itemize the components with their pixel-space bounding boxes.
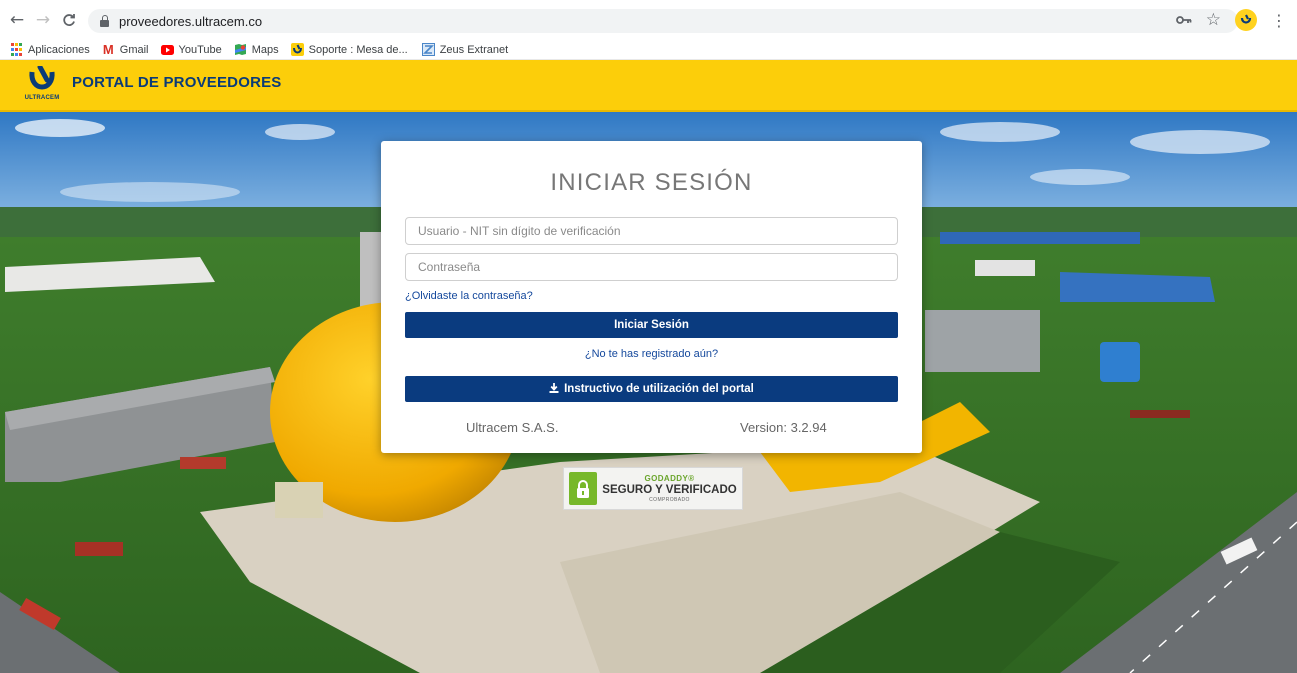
bookmark-soporte[interactable]: Soporte : Mesa de... bbox=[290, 43, 408, 56]
ultracem-logo[interactable]: ULTRACEM bbox=[20, 64, 64, 108]
bookmark-label: Aplicaciones bbox=[28, 43, 90, 56]
login-button-label: Iniciar Sesión bbox=[614, 319, 689, 331]
login-card: INICIAR SESIÓN ¿Olvidaste la contraseña?… bbox=[381, 141, 922, 453]
site-header: ULTRACEM PORTAL DE PROVEEDORES bbox=[0, 60, 1297, 112]
reload-icon[interactable] bbox=[58, 9, 80, 31]
bookmark-youtube[interactable]: YouTube bbox=[160, 43, 222, 56]
profile-avatar[interactable] bbox=[1235, 9, 1257, 31]
bookmark-label: Gmail bbox=[119, 43, 149, 56]
company-name: Ultracem S.A.S. bbox=[466, 420, 559, 435]
version-label: Version: 3.2.94 bbox=[740, 420, 827, 435]
bookmark-label: Zeus Extranet bbox=[439, 43, 509, 56]
seal-text: GODADDY® SEGURO Y VERIFICADO COMPROBADO bbox=[597, 474, 742, 503]
register-link[interactable]: ¿No te has registrado aún? bbox=[381, 348, 922, 360]
bookmark-maps[interactable]: Maps bbox=[234, 43, 279, 56]
logo-text: ULTRACEM bbox=[24, 95, 60, 101]
bookmark-gmail[interactable]: M Gmail bbox=[102, 42, 149, 57]
youtube-icon bbox=[160, 43, 174, 56]
username-input[interactable] bbox=[405, 217, 898, 245]
seal-sub: COMPROBADO bbox=[649, 497, 690, 503]
bookmarks-bar: Aplicaciones M Gmail YouTube Maps Soport… bbox=[0, 40, 1297, 60]
maps-icon bbox=[234, 43, 247, 56]
ultracem-icon bbox=[290, 43, 304, 56]
address-bar[interactable]: proveedores.ultracem.co bbox=[88, 9, 1238, 33]
portal-title: PORTAL DE PROVEEDORES bbox=[72, 74, 282, 91]
apps-icon bbox=[10, 43, 23, 56]
forward-icon[interactable]: → bbox=[32, 9, 54, 31]
bookmark-apps[interactable]: Aplicaciones bbox=[10, 43, 90, 56]
browser-toolbar: ← → proveedores.ultracem.co ☆ ⋮ bbox=[0, 0, 1297, 40]
zeus-icon bbox=[421, 43, 435, 56]
url-text: proveedores.ultracem.co bbox=[119, 13, 263, 29]
download-icon bbox=[549, 382, 559, 396]
seal-brand: GODADDY® bbox=[644, 474, 695, 483]
key-icon[interactable] bbox=[1175, 11, 1192, 29]
login-title: INICIAR SESIÓN bbox=[550, 169, 753, 196]
bookmark-label: YouTube bbox=[178, 43, 222, 56]
forgot-password-link[interactable]: ¿Olvidaste la contraseña? bbox=[405, 290, 533, 302]
padlock-icon bbox=[569, 472, 597, 505]
seal-main: SEGURO Y VERIFICADO bbox=[602, 484, 737, 496]
bookmark-label: Maps bbox=[251, 43, 279, 56]
lock-icon[interactable] bbox=[100, 15, 109, 27]
login-button[interactable]: Iniciar Sesión bbox=[405, 312, 898, 338]
back-icon[interactable]: ← bbox=[6, 9, 28, 31]
manual-button-label: Instructivo de utilización del portal bbox=[564, 383, 754, 395]
star-icon[interactable]: ☆ bbox=[1206, 10, 1221, 30]
password-input[interactable] bbox=[405, 253, 898, 281]
bookmark-label: Soporte : Mesa de... bbox=[308, 43, 408, 56]
godaddy-seal[interactable]: GODADDY® SEGURO Y VERIFICADO COMPROBADO bbox=[563, 467, 743, 510]
manual-button[interactable]: Instructivo de utilización del portal bbox=[405, 376, 898, 402]
menu-icon[interactable]: ⋮ bbox=[1271, 11, 1287, 30]
bookmark-zeus[interactable]: Zeus Extranet bbox=[421, 43, 509, 56]
gmail-icon: M bbox=[102, 42, 114, 57]
toolbar-right: ☆ ⋮ bbox=[1175, 9, 1287, 31]
